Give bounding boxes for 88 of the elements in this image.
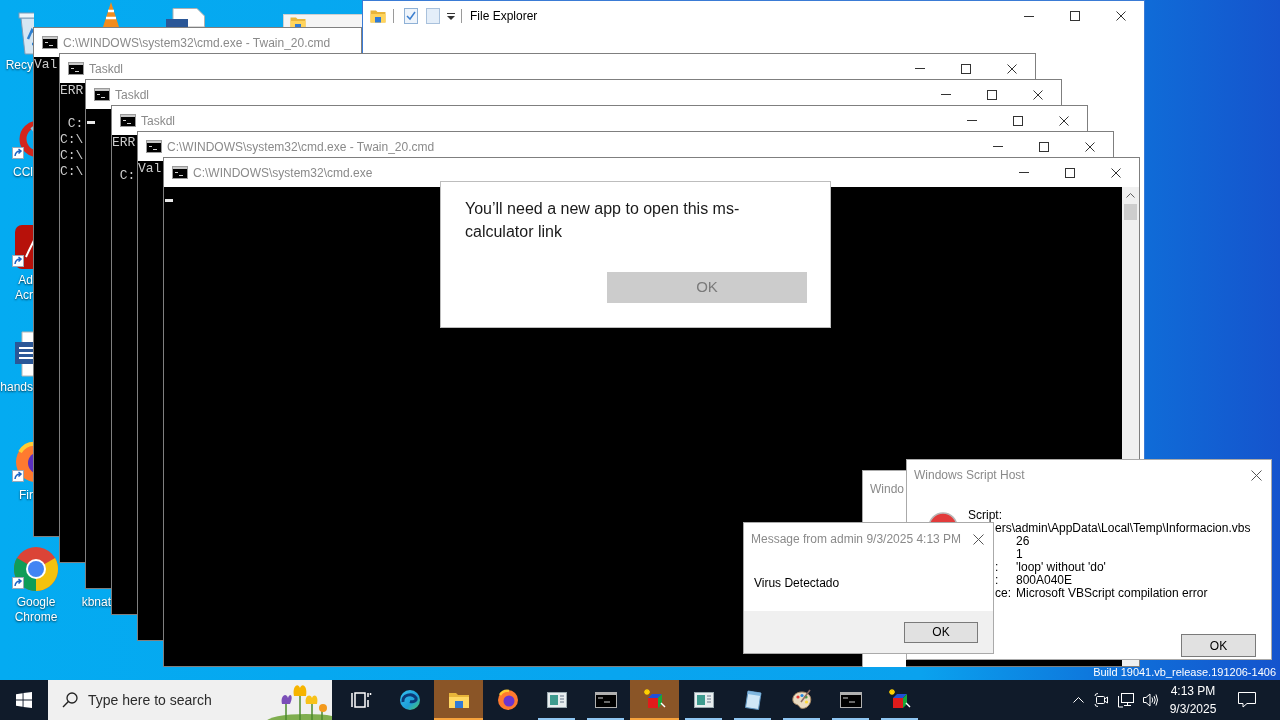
palette-icon	[789, 688, 814, 712]
browser-icon	[495, 688, 520, 712]
folder-icon[interactable]	[370, 9, 386, 23]
icon-label[interactable]: Ad Acr	[0, 273, 34, 303]
close-icon	[972, 533, 984, 545]
clock-date: 9/3/2025	[1169, 701, 1217, 718]
console-icon	[42, 36, 58, 49]
window-title: C:\WINDOWS\system32\cmd.exe	[193, 164, 373, 182]
console-icon	[172, 166, 188, 179]
console-line: Val	[138, 161, 162, 178]
minimize-icon	[967, 120, 977, 121]
console-line: C:\	[60, 164, 84, 181]
close-icon	[1059, 115, 1069, 126]
console-line: C:\	[60, 131, 84, 149]
window-title: Taskdl	[89, 60, 123, 78]
field-label: ce:	[995, 587, 1011, 600]
notification-icon	[1238, 692, 1256, 708]
maximize-icon	[987, 89, 997, 100]
icon-label[interactable]: hands	[0, 380, 34, 395]
icon-label[interactable]: CCl	[0, 165, 34, 180]
checklist-icon[interactable]	[404, 8, 418, 24]
console-icon	[94, 88, 110, 101]
console-line: Val	[34, 57, 58, 74]
scroll-thumb[interactable]	[1124, 204, 1137, 220]
close-icon	[1033, 89, 1043, 100]
field-label: :	[995, 574, 999, 587]
search-icon	[62, 692, 78, 708]
console-line: ERR	[112, 135, 136, 152]
network-icon	[1118, 692, 1134, 708]
close-icon	[1111, 167, 1121, 178]
field-label: Script:	[968, 509, 1002, 522]
console-line: C:\	[60, 148, 84, 165]
field-value: ers\admin\AppData\Local\Temp\Informacion.vbs	[995, 522, 1251, 535]
close-icon	[1250, 469, 1262, 481]
dialog-message: You’ll need a new app to open this ms-calculator link	[465, 199, 741, 242]
window-title: C:\WINDOWS\system32\cmd.exe - Twain_20.cmd	[63, 34, 331, 52]
browser-icon	[397, 688, 422, 712]
console-icon	[120, 114, 136, 127]
ok-button[interactable]: OK	[607, 272, 807, 303]
icon-label[interactable]: Fir	[0, 488, 34, 503]
minimize-icon	[1024, 15, 1034, 17]
ok-button[interactable]: OK	[1181, 634, 1256, 657]
field-value: 'loop' without 'do'	[1016, 561, 1106, 574]
minimize-icon	[1019, 172, 1029, 173]
maximize-icon	[1039, 141, 1049, 152]
maximize-icon	[1070, 11, 1080, 21]
console-line: ERR	[60, 83, 84, 100]
console-icon	[146, 140, 162, 153]
minimize-icon	[941, 94, 951, 95]
camera-icon	[1094, 692, 1110, 708]
window-title: Taskdl	[115, 86, 149, 104]
console-line: C:	[66, 115, 84, 132]
icon-label[interactable]: Google Chrome	[0, 595, 72, 625]
search-box[interactable]: Type here to search	[48, 680, 332, 720]
build-text: Build 19041.vb_release.191206-1406	[1093, 666, 1276, 679]
chevron-up-icon	[1072, 697, 1084, 703]
volume-icon	[1142, 692, 1158, 708]
dialog-title: Windows Script Host	[914, 467, 1025, 484]
search-field[interactable]: Type here to search	[88, 689, 238, 711]
field-value: 26	[1016, 535, 1030, 548]
field-value: Microsoft VBScript compilation error	[1016, 587, 1208, 600]
close-icon	[1116, 11, 1126, 21]
browser-shortcut-icon[interactable]	[12, 545, 60, 593]
maximize-icon	[961, 63, 971, 74]
caret-down-icon[interactable]	[447, 12, 455, 20]
maximize-icon	[1065, 167, 1075, 178]
maximize-icon	[1013, 115, 1023, 126]
message-text: Virus Detectado	[754, 575, 840, 592]
dialog-title: Windo	[870, 481, 904, 498]
field-label: :	[995, 561, 999, 574]
console-line: C:	[118, 167, 136, 184]
windows-logo-icon	[16, 692, 32, 708]
window-title: C:\WINDOWS\system32\cmd.exe - Twain_20.cmd	[167, 138, 435, 156]
window-title: File Explorer	[470, 8, 538, 25]
minimize-icon	[915, 68, 925, 69]
window-title: Taskdl	[141, 112, 175, 130]
console-icon	[68, 62, 84, 75]
arrow-up-icon[interactable]	[1126, 193, 1135, 198]
dialog-title: Message from admin 9/3/2025 4:13 PM	[751, 531, 962, 548]
icon-label[interactable]: Recy	[0, 58, 34, 73]
icon-label[interactable]: kbnat	[76, 595, 112, 610]
close-icon	[1085, 141, 1095, 152]
minimize-icon	[993, 146, 1003, 147]
ok-button[interactable]: OK	[904, 621, 978, 643]
field-value: 800A040E	[1016, 574, 1073, 587]
close-icon	[1007, 63, 1017, 74]
field-value: 1	[1016, 548, 1023, 561]
clock-time: 4:13 PM	[1170, 683, 1216, 700]
